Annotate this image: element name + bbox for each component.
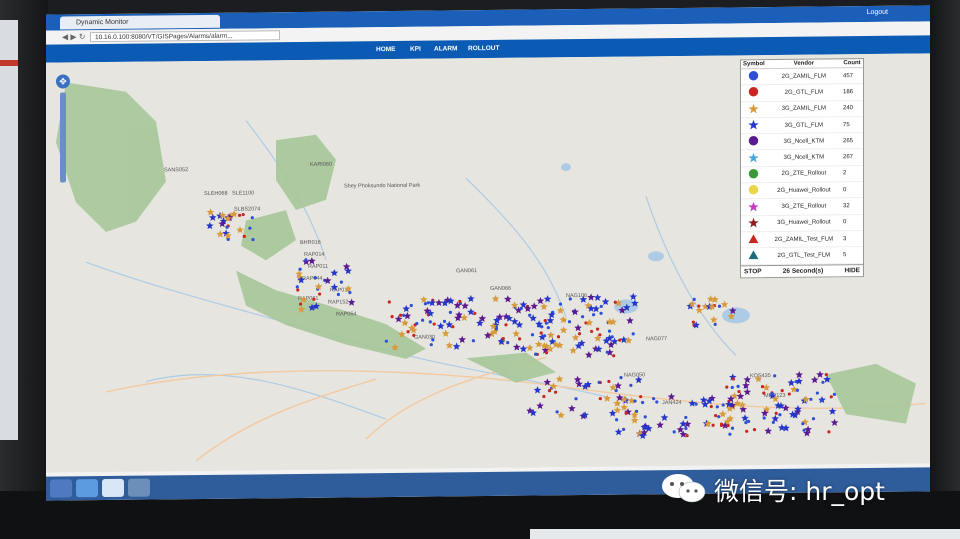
- cyan-star-icon: [741, 150, 767, 167]
- site-label: KARI060: [310, 162, 332, 168]
- legend-count: 240: [841, 100, 863, 117]
- legend-count: 32: [841, 197, 863, 215]
- green-circle-icon: [741, 166, 767, 183]
- site-label: RAP044: [302, 276, 322, 282]
- pan-icon[interactable]: ✥: [56, 74, 70, 89]
- yellow-circle-icon: [741, 182, 767, 200]
- legend-count: 75: [841, 116, 863, 133]
- start-icon[interactable]: [50, 479, 72, 498]
- legend-vendor: 2G_ZTE_Rollout: [766, 165, 841, 183]
- refresh-timer: 26 Second(s): [782, 267, 824, 275]
- teal-triangle-icon: [741, 247, 767, 265]
- url-field[interactable]: 10.16.0.100:8080/VT/GISPages/Alarms/alar…: [90, 30, 280, 43]
- legend-row: 3G_GTL_FLM 75: [741, 116, 863, 135]
- site-label: RAP014: [304, 252, 324, 258]
- site-label: RAP011: [308, 264, 328, 270]
- legend-row: 3G_ZAMIL_FLM 240: [741, 100, 863, 118]
- legend-vendor: 3G_Huawei_Rollout: [766, 214, 841, 232]
- legend-row: 2G_Huawei_Rollout 0: [741, 181, 863, 200]
- legend-vendor: 3G_ZTE_Rollout: [766, 198, 841, 216]
- legend-count: 265: [841, 132, 863, 150]
- legend-row: 2G_GTL_Test_FLM 5: [741, 246, 863, 265]
- darkred-star-icon: [741, 215, 767, 232]
- site-label: NAG050: [624, 372, 645, 378]
- wechat-watermark: 微信号: hr_opt: [660, 468, 940, 508]
- site-label: GAN066: [490, 286, 511, 292]
- legend-count: 0: [841, 214, 863, 231]
- menu-kpi[interactable]: KPI: [410, 46, 421, 53]
- red-triangle-icon: [741, 231, 767, 249]
- legend-vendor: 3G_Ncell_KTM: [766, 132, 841, 151]
- legend-row: 3G_Ncell_KTM 267: [741, 149, 863, 167]
- legend-vendor: 2G_ZAMIL_FLM: [766, 67, 841, 85]
- menu-rollout[interactable]: ROLLOUT: [468, 45, 499, 52]
- purple-circle-icon: [741, 133, 767, 151]
- legend-count: 2: [841, 165, 863, 182]
- monitor-screen: Dynamic Monitor Logout ◀ ▶ ↻ 10.16.0.100…: [46, 5, 930, 501]
- chrome-icon[interactable]: [102, 478, 124, 498]
- menu-alarm[interactable]: ALARM: [434, 45, 457, 52]
- site-label: JAN424: [662, 400, 682, 406]
- legend-count: 0: [841, 181, 863, 199]
- legend-footer: STOP 26 Second(s) HIDE: [741, 263, 863, 277]
- hide-button[interactable]: HIDE: [844, 267, 860, 274]
- blue-star-icon: [741, 117, 767, 135]
- browser-tab[interactable]: Dynamic Monitor: [60, 14, 220, 30]
- watermark-text: 微信号: hr_opt: [714, 477, 885, 506]
- legend-table: Symbol Vendor Count 2G_ZAMIL_FLM 457 2G_GT…: [741, 59, 863, 265]
- legend-row: 3G_ZTE_Rollout 32: [741, 197, 863, 216]
- legend-header-count: Count: [841, 59, 863, 68]
- site-label: NAG077: [646, 336, 667, 342]
- legend-header-symbol: Symbol: [741, 60, 767, 69]
- legend-row: 2G_ZTE_Rollout 2: [741, 165, 863, 183]
- wechat-logo-icon: [662, 474, 706, 503]
- legend-count: 267: [841, 149, 863, 166]
- site-label: GAN061: [456, 268, 477, 274]
- legend-vendor: 3G_Ncell_KTM: [766, 149, 841, 167]
- menu-home[interactable]: HOME: [376, 46, 396, 53]
- site-label: SLBS2074: [234, 206, 260, 212]
- legend-row: 3G_Huawei_Rollout 0: [741, 214, 863, 232]
- legend-count: 457: [841, 67, 863, 85]
- adjacent-monitor: [0, 20, 18, 440]
- legend-count: 5: [841, 246, 863, 264]
- legend-row: 3G_Ncell_KTM 265: [741, 132, 863, 151]
- legend-row: 2G_ZAMIL_Test_FLM 3: [741, 230, 863, 249]
- legend-vendor: 3G_GTL_FLM: [766, 116, 841, 134]
- back-forward-icon[interactable]: ◀ ▶ ↻: [62, 32, 85, 41]
- logout-link[interactable]: Logout: [867, 9, 888, 16]
- adjacent-monitor-strip: [0, 60, 18, 66]
- site-label: SANS052: [164, 167, 188, 173]
- zoom-control[interactable]: ✥: [56, 74, 70, 194]
- legend-vendor: 2G_Huawei_Rollout: [766, 181, 841, 199]
- magenta-star-icon: [741, 198, 767, 216]
- legend-row: 2G_ZAMIL_FLM 457: [741, 67, 863, 86]
- red-circle-icon: [741, 84, 767, 102]
- site-label: RAP064: [336, 311, 356, 317]
- legend-panel: Symbol Vendor Count 2G_ZAMIL_FLM 457 2G_GT…: [740, 58, 864, 278]
- adjacent-screen-bottom: [530, 529, 960, 539]
- legend-row: 2G_GTL_FLM 186: [741, 83, 863, 102]
- zoom-slider[interactable]: [60, 92, 66, 183]
- legend-count: 186: [841, 83, 863, 101]
- site-label: BHR016: [300, 240, 321, 246]
- site-label: SLEH068: [204, 191, 228, 197]
- monitor-bezel-right: [930, 0, 960, 539]
- legend-vendor: 2G_GTL_Test_FLM: [766, 247, 841, 265]
- legend-count: 3: [841, 230, 863, 248]
- ie-browser-icon[interactable]: [76, 479, 98, 498]
- park-label: Shey Phoksundo National Park: [344, 183, 420, 190]
- site-label: RAP152: [328, 299, 348, 305]
- legend-vendor: 3G_ZAMIL_FLM: [766, 100, 841, 118]
- site-label: SLE1100: [232, 190, 254, 196]
- blue-circle-icon: [741, 68, 767, 86]
- legend-vendor: 2G_GTL_FLM: [766, 84, 841, 102]
- paint-icon[interactable]: [128, 478, 150, 497]
- orange-star-icon: [741, 101, 767, 118]
- legend-vendor: 2G_ZAMIL_Test_FLM: [766, 230, 841, 248]
- stop-button[interactable]: STOP: [744, 268, 762, 275]
